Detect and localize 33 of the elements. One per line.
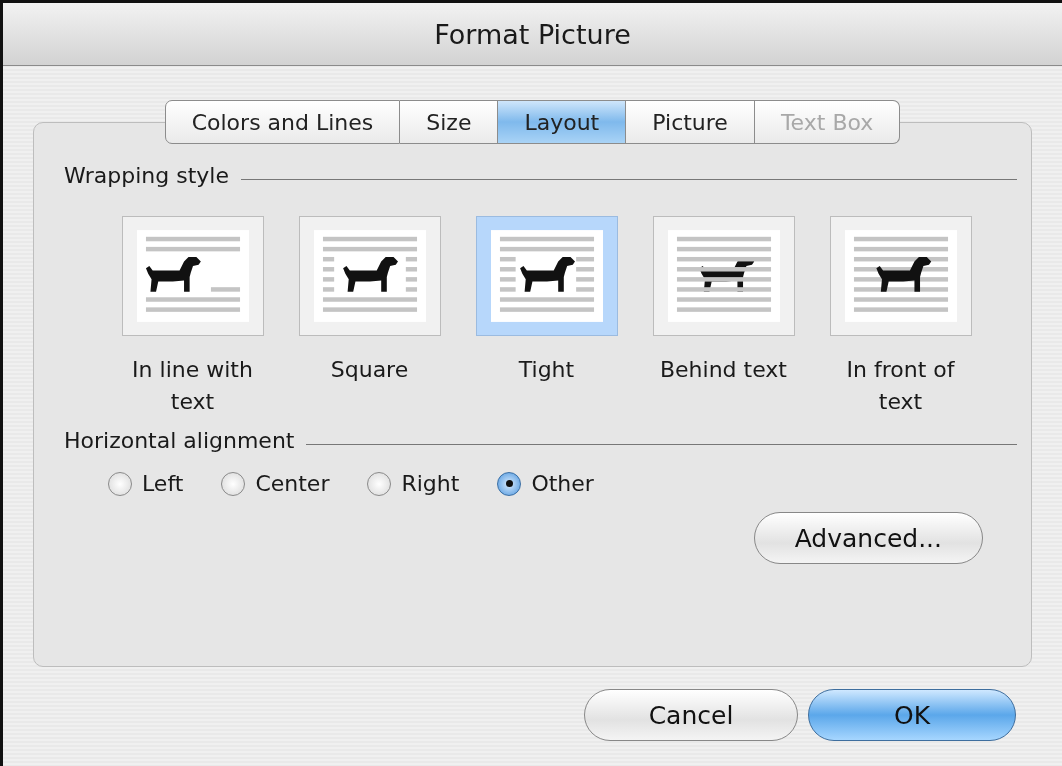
section-label: Horizontal alignment [64, 428, 295, 453]
tab[interactable]: Layout [498, 100, 627, 144]
radio-button[interactable] [221, 471, 246, 496]
wrap-style-icon [313, 230, 426, 322]
radio-label: Left [142, 471, 184, 496]
wrap-style-button[interactable] [475, 216, 618, 336]
tab[interactable]: Colors and Lines [164, 100, 401, 144]
tab[interactable]: Size [400, 100, 499, 144]
section-label: Wrapping style [64, 163, 229, 188]
wrap-style-icon [667, 230, 780, 322]
wrap-style-button[interactable] [829, 216, 972, 336]
window-title: Format Picture [434, 18, 631, 50]
ok-button[interactable]: OK [808, 689, 1016, 741]
cancel-button[interactable]: Cancel [584, 689, 798, 741]
tab[interactable]: Picture [626, 100, 755, 144]
radio-label: Other [531, 471, 594, 496]
wrap-style-label: Behind text [659, 356, 788, 384]
radio-label: Center [255, 471, 330, 496]
wrap-style-button[interactable] [121, 216, 264, 336]
radio-button[interactable] [497, 471, 522, 496]
radio-button[interactable] [108, 471, 132, 496]
wrap-style-label: Square [329, 356, 410, 384]
advanced-button[interactable]: Advanced... [753, 512, 983, 564]
wrap-style-icon [490, 230, 603, 322]
wrap-style-icon [136, 230, 249, 322]
wrap-style-label: In front of text [845, 356, 956, 416]
wrap-style-icon [844, 230, 957, 322]
wrap-style-label: In line with text [131, 356, 254, 416]
wrap-style-label: Tight [517, 356, 576, 384]
wrap-style-button[interactable] [298, 216, 441, 336]
radio-button[interactable] [367, 471, 392, 496]
radio-label: Right [401, 471, 460, 496]
wrap-style-button[interactable] [652, 216, 795, 336]
